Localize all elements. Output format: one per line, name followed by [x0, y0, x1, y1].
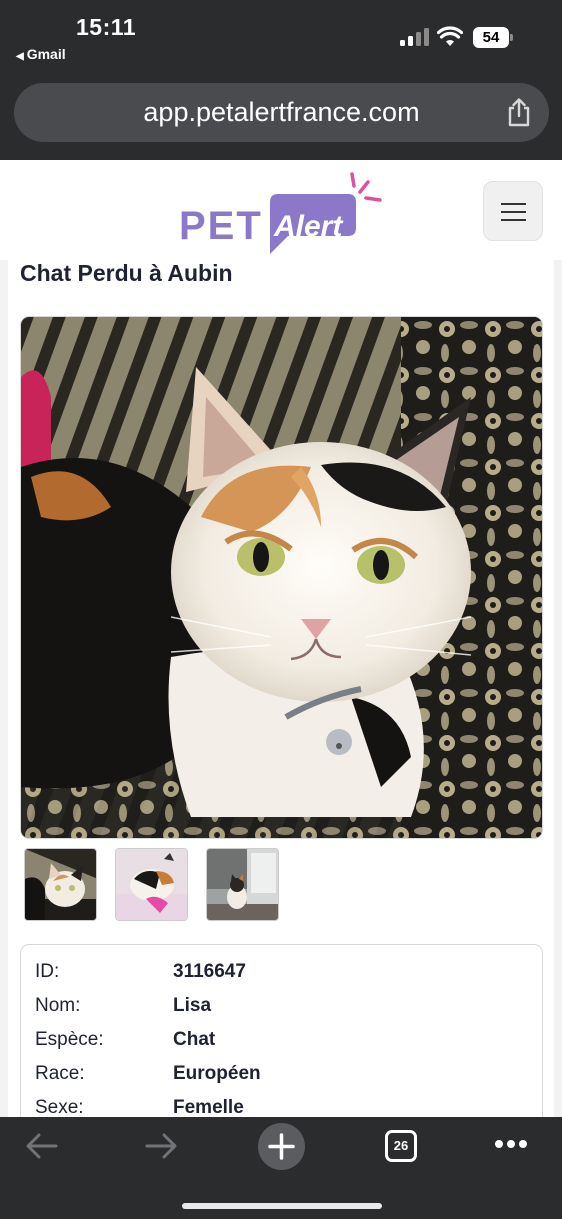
cellular-signal-icon: [400, 28, 430, 46]
pet-info-table: ID: 3116647 Nom: Lisa Espèce: Chat Race:…: [20, 944, 543, 1117]
back-triangle-icon: ◀: [16, 51, 24, 62]
more-options-icon[interactable]: [494, 1139, 528, 1149]
tabs-count-button[interactable]: 26: [385, 1130, 417, 1162]
info-label: Espèce:: [35, 1029, 104, 1050]
logo-alert-text: Alert: [274, 210, 343, 243]
status-time: 15:11: [76, 14, 137, 40]
info-row-id: ID: 3116647: [35, 961, 535, 991]
battery-icon: 54: [473, 27, 513, 48]
home-indicator[interactable]: [182, 1203, 382, 1209]
alert-rays-icon: [350, 172, 382, 202]
pet-alert-logo[interactable]: PET Alert: [176, 170, 386, 258]
forward-arrow-icon[interactable]: [143, 1131, 179, 1161]
status-bar: 15:11 ◀ Gmail 54: [0, 0, 562, 76]
info-label: ID:: [35, 961, 60, 982]
info-value: Chat: [173, 1029, 216, 1050]
main-pet-photo[interactable]: [20, 316, 543, 839]
web-content: PET Alert Chat Perdu à Aubin ID: 3116647…: [0, 160, 562, 1117]
thumbnail-1[interactable]: [24, 848, 97, 921]
back-to-app-link[interactable]: ◀ Gmail: [16, 46, 66, 62]
info-label: Nom:: [35, 995, 81, 1016]
site-header: PET Alert: [0, 160, 562, 260]
info-row-name: Nom: Lisa: [35, 995, 535, 1025]
battery-level: 54: [473, 27, 509, 48]
thumbnail-2[interactable]: [115, 848, 188, 921]
info-label: Sexe:: [35, 1097, 84, 1117]
address-bar[interactable]: app.petalertfrance.com: [14, 83, 549, 142]
info-value: 3116647: [173, 961, 246, 982]
thumbnail-3[interactable]: [206, 848, 279, 921]
logo-pet-text: PET: [179, 204, 263, 248]
info-row-breed: Race: Européen: [35, 1063, 535, 1093]
info-value: Européen: [173, 1063, 261, 1084]
info-label: Race:: [35, 1063, 85, 1084]
listing-card: Chat Perdu à Aubin ID: 3116647 Nom: Lisa…: [8, 260, 554, 1117]
info-value: Lisa: [173, 995, 212, 1016]
browser-toolbar: 26: [0, 1117, 562, 1219]
back-app-label: Gmail: [26, 46, 66, 62]
page-title: Chat Perdu à Aubin: [20, 260, 233, 286]
share-icon[interactable]: [505, 97, 533, 127]
browser-address-area: app.petalertfrance.com: [0, 76, 562, 160]
new-tab-plus-icon[interactable]: [258, 1123, 305, 1170]
info-row-sex: Sexe: Femelle: [35, 1097, 535, 1117]
wifi-icon: [437, 26, 463, 46]
back-arrow-icon[interactable]: [24, 1131, 60, 1161]
info-value: Femelle: [173, 1097, 244, 1117]
url-text[interactable]: app.petalertfrance.com: [14, 97, 549, 128]
info-row-species: Espèce: Chat: [35, 1029, 535, 1059]
hamburger-menu-button[interactable]: [483, 181, 543, 241]
